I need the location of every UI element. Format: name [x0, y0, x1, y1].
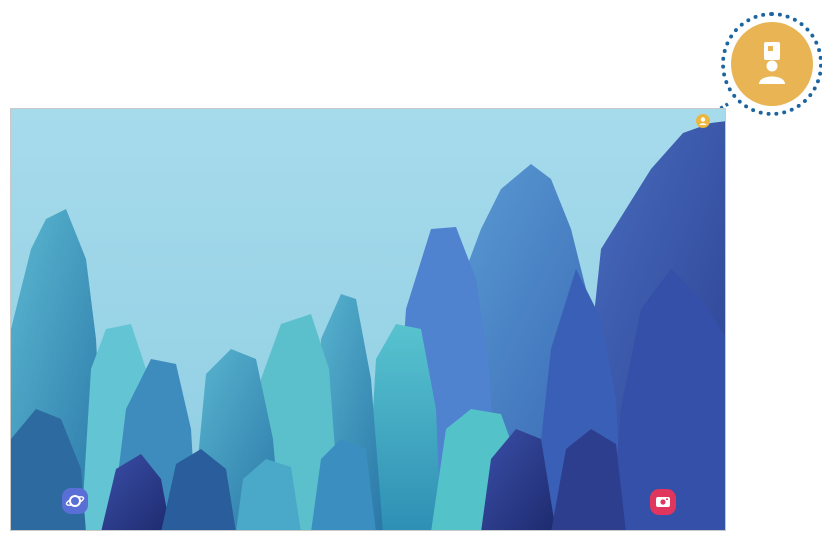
wallpaper — [11, 109, 725, 530]
camera-shortcut[interactable] — [650, 489, 676, 515]
internet-browser-icon — [65, 495, 85, 507]
screen — [0, 0, 822, 533]
camera-icon — [656, 497, 670, 507]
status-bar — [11, 109, 725, 131]
profile-callout — [721, 12, 822, 116]
profile-callout-icon — [731, 22, 813, 106]
user-profile-icon[interactable] — [696, 114, 710, 128]
internet-browser-shortcut[interactable] — [62, 488, 88, 514]
tablet-lock-screen — [10, 108, 726, 531]
